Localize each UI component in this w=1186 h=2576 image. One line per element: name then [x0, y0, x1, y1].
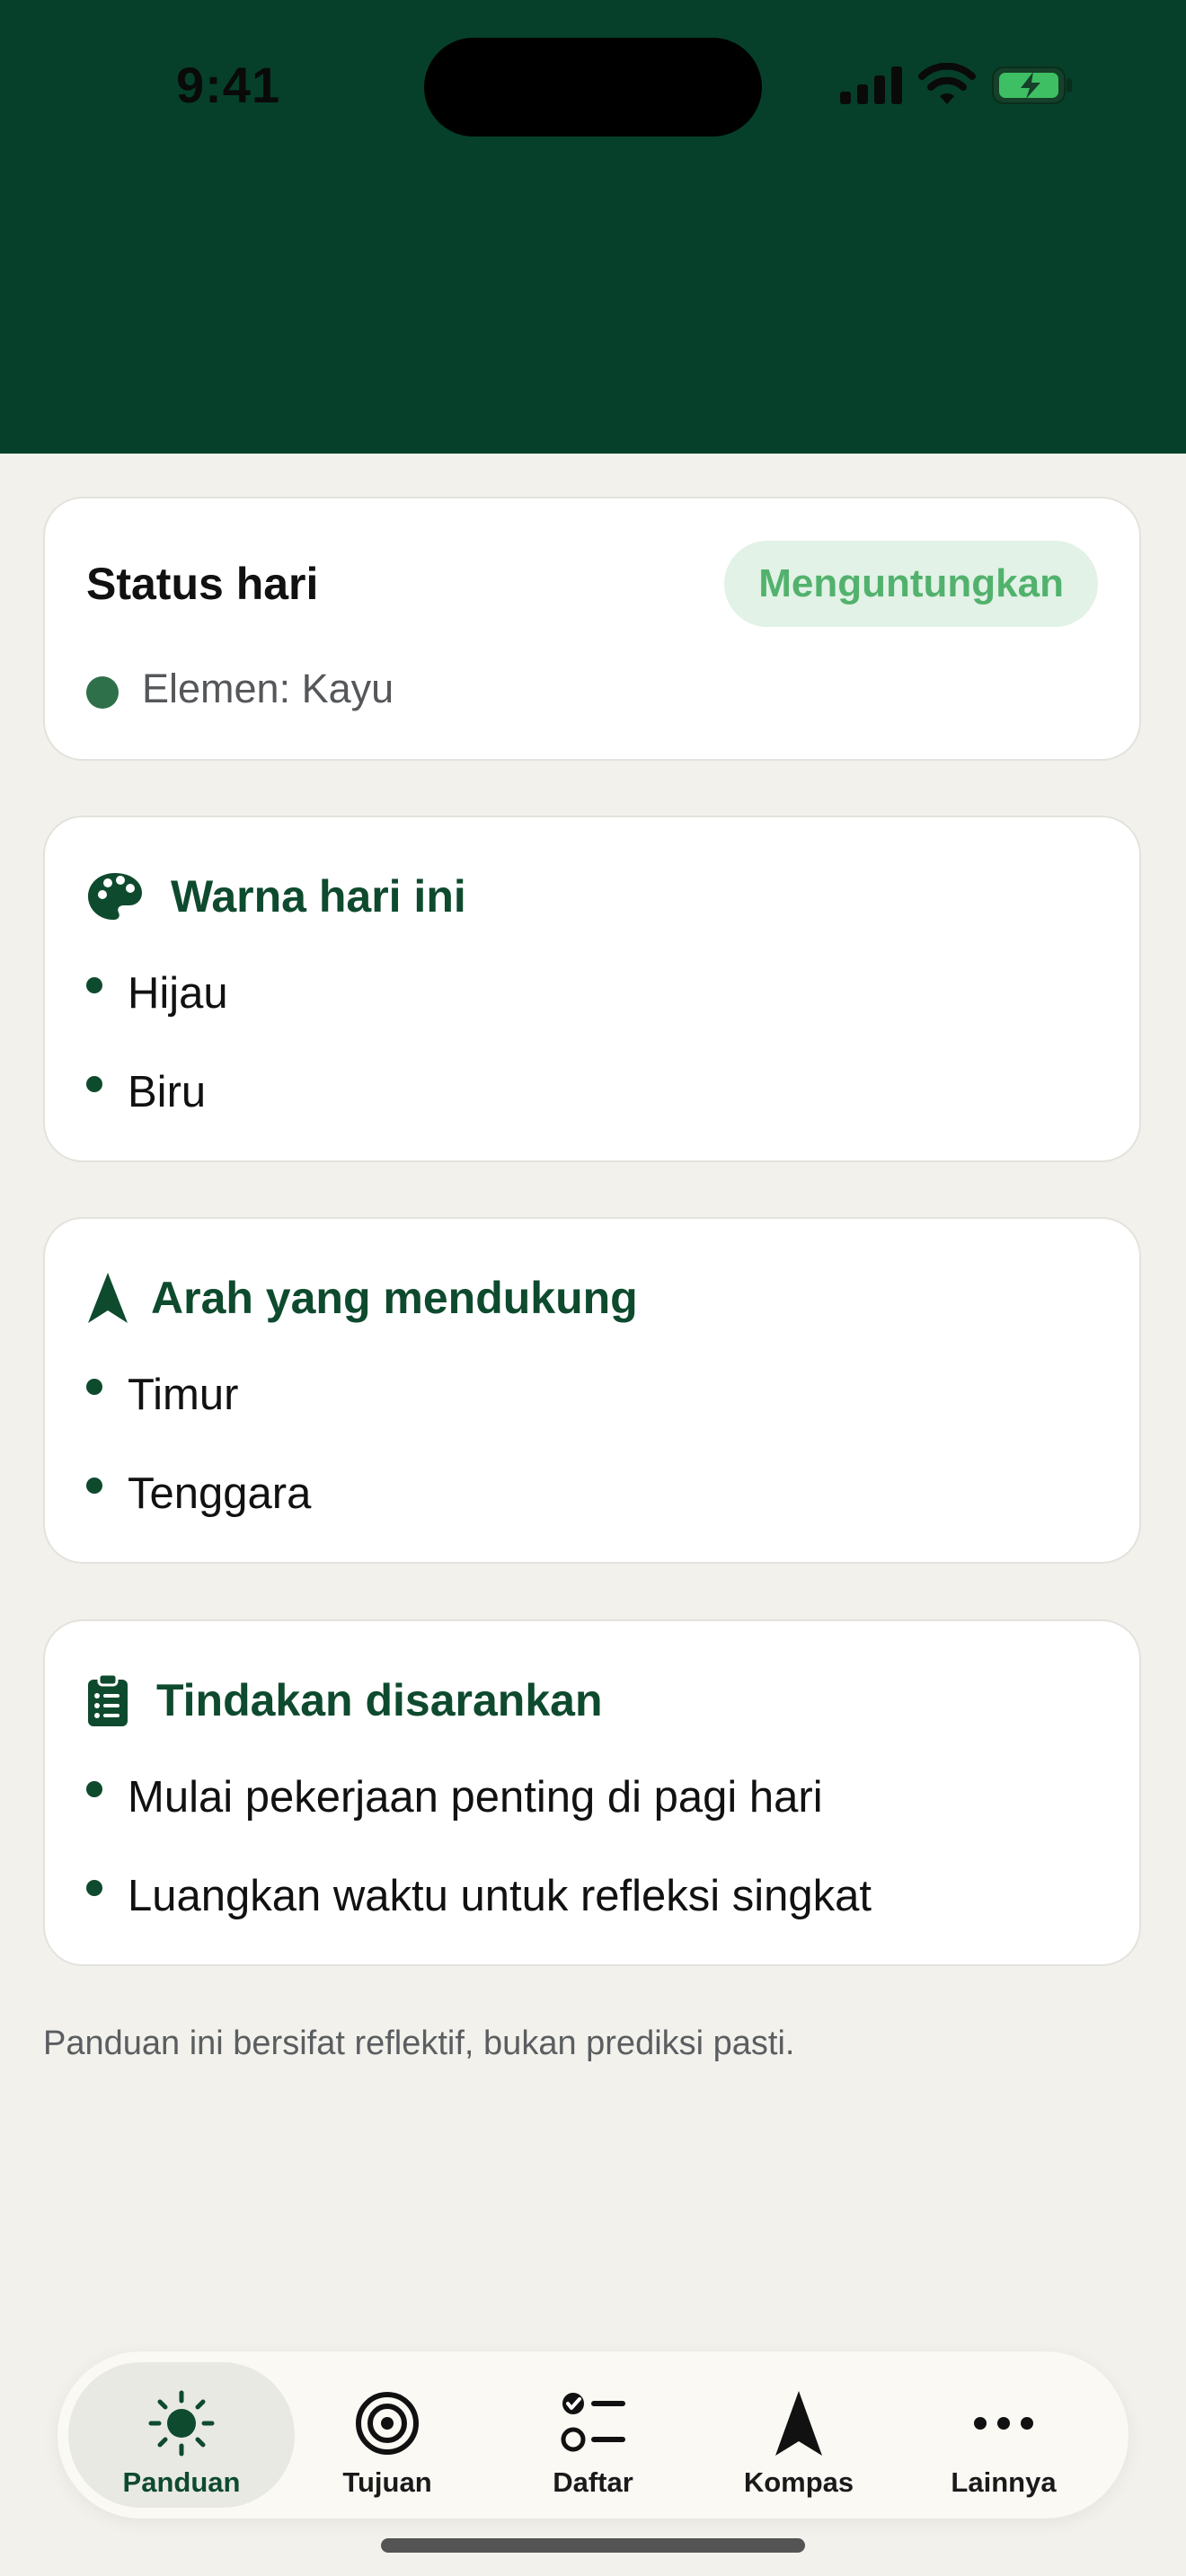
- list-item-text: Mulai pekerjaan penting di pagi hari: [128, 1773, 823, 1822]
- direction-card-header: Arah yang mendukung: [86, 1262, 638, 1334]
- tab-label: Panduan: [122, 2466, 241, 2498]
- bullet-dot: [86, 1781, 102, 1797]
- tab-kompas[interactable]: Kompas: [695, 2362, 902, 2508]
- bullet-dot: [86, 977, 102, 993]
- wifi-icon: [918, 63, 976, 104]
- list-item: Luangkan waktu untuk refleksi singkat: [86, 1862, 1098, 1961]
- palette-icon: [86, 868, 144, 925]
- list-item-text: Timur: [128, 1371, 239, 1419]
- tab-lainnya[interactable]: Lainnya: [900, 2362, 1107, 2508]
- list-item-text: Biru: [128, 1068, 207, 1116]
- cellular-signal-icon: [840, 66, 902, 104]
- tab-bar: Panduan Tujuan Daftar Kompas Lainnya: [58, 2351, 1128, 2519]
- list-item: Timur: [86, 1361, 1098, 1460]
- home-indicator[interactable]: [381, 2538, 805, 2553]
- list-item-text: Hijau: [128, 969, 228, 1018]
- element-dot: [86, 676, 119, 709]
- clipboard-list-icon: [86, 1672, 129, 1729]
- tab-panduan[interactable]: Panduan: [68, 2362, 295, 2508]
- actions-card: Tindakan disarankan Mulai pekerjaan pent…: [43, 1619, 1141, 1966]
- list-item: Hijau: [86, 959, 1098, 1058]
- colors-card-title: Warna hari ini: [171, 871, 466, 922]
- dynamic-island: [424, 38, 762, 137]
- bullet-dot: [86, 1880, 102, 1896]
- bullet-dot: [86, 1076, 102, 1092]
- checklist-icon: [561, 2393, 625, 2452]
- sun-icon: [148, 2390, 215, 2457]
- tab-label: Tujuan: [342, 2466, 432, 2498]
- element-label: Elemen: Kayu: [142, 666, 394, 711]
- list-item: Biru: [86, 1058, 1098, 1157]
- status-title: Status hari: [86, 559, 319, 609]
- colors-card: Warna hari ini Hijau Biru: [43, 816, 1141, 1162]
- tab-label: Kompas: [743, 2466, 854, 2498]
- navigation-arrow-icon: [86, 1269, 129, 1327]
- direction-list: Timur Tenggara: [86, 1361, 1098, 1558]
- colors-card-header: Warna hari ini: [86, 860, 466, 932]
- bullet-dot: [86, 1379, 102, 1395]
- bullet-dot: [86, 1478, 102, 1494]
- tab-label: Daftar: [553, 2466, 633, 2498]
- direction-card: Arah yang mendukung Timur Tenggara: [43, 1217, 1141, 1564]
- tab-label: Lainnya: [951, 2466, 1057, 2498]
- status-card: Status hari Menguntungkan Elemen: Kayu: [43, 497, 1141, 761]
- tab-daftar[interactable]: Daftar: [490, 2362, 696, 2508]
- list-item-text: Tenggara: [128, 1469, 312, 1518]
- actions-card-title: Tindakan disarankan: [156, 1675, 603, 1725]
- battery-charging-icon: [992, 66, 1072, 104]
- compass-arrow-icon: [775, 2391, 822, 2456]
- target-icon: [356, 2392, 419, 2455]
- direction-card-title: Arah yang mendukung: [151, 1273, 638, 1323]
- list-item: Tenggara: [86, 1460, 1098, 1558]
- colors-list: Hijau Biru: [86, 959, 1098, 1157]
- status-bar: 9:41: [0, 0, 1186, 180]
- more-dots-icon: [974, 2417, 1033, 2430]
- actions-list: Mulai pekerjaan penting di pagi hari Lua…: [86, 1763, 1098, 1961]
- tab-tujuan[interactable]: Tujuan: [284, 2362, 491, 2508]
- status-time: 9:41: [176, 57, 281, 113]
- disclaimer-text: Panduan ini bersifat reflektif, bukan pr…: [43, 2025, 795, 2062]
- list-item: Mulai pekerjaan penting di pagi hari: [86, 1763, 1098, 1862]
- actions-card-header: Tindakan disarankan: [86, 1664, 602, 1736]
- list-item-text: Luangkan waktu untuk refleksi singkat: [128, 1872, 872, 1920]
- status-badge: Menguntungkan: [724, 541, 1098, 627]
